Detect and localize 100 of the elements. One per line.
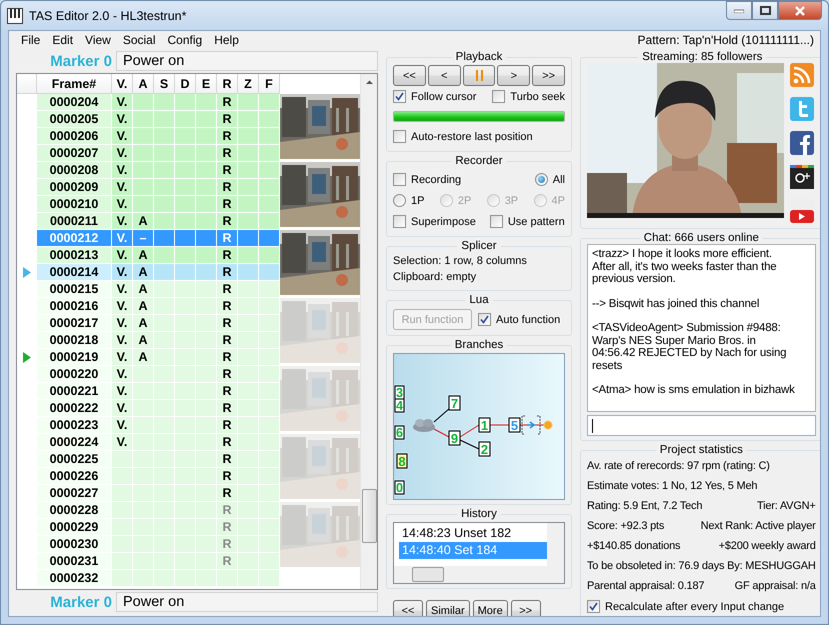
input-cell[interactable]: A <box>133 213 154 230</box>
input-cell[interactable] <box>238 536 259 553</box>
input-cell[interactable] <box>196 553 217 570</box>
frame-row[interactable]: 0000207 V. R <box>17 145 280 162</box>
input-cell[interactable] <box>154 179 175 196</box>
input-cell[interactable] <box>259 519 280 536</box>
input-cell[interactable]: R <box>217 264 238 281</box>
input-cell[interactable]: A <box>133 264 154 281</box>
social-icon[interactable] <box>790 131 814 155</box>
input-cell[interactable]: V. <box>112 349 133 366</box>
input-cell[interactable] <box>259 383 280 400</box>
input-cell[interactable] <box>196 247 217 264</box>
input-cell[interactable] <box>196 383 217 400</box>
input-cell[interactable] <box>259 128 280 145</box>
input-cell[interactable] <box>133 400 154 417</box>
input-cell[interactable]: V. <box>112 400 133 417</box>
input-cell[interactable] <box>112 468 133 485</box>
input-cell[interactable]: V. <box>112 298 133 315</box>
input-cell[interactable] <box>238 196 259 213</box>
input-cell[interactable]: R <box>217 417 238 434</box>
input-cell[interactable] <box>238 128 259 145</box>
input-cell[interactable] <box>259 298 280 315</box>
input-cell[interactable] <box>175 179 196 196</box>
input-cell[interactable] <box>133 162 154 179</box>
branch-nav-button[interactable]: << <box>393 600 423 616</box>
input-cell[interactable] <box>175 451 196 468</box>
input-cell[interactable] <box>196 332 217 349</box>
column-header[interactable]: E <box>196 74 217 94</box>
input-cell[interactable] <box>154 162 175 179</box>
frame-row[interactable]: 0000222 V. R <box>17 400 280 417</box>
input-cell[interactable] <box>196 485 217 502</box>
pause-button[interactable] <box>462 65 496 86</box>
input-cell[interactable] <box>154 553 175 570</box>
input-cell[interactable] <box>259 213 280 230</box>
input-cell[interactable] <box>112 502 133 519</box>
close-button[interactable] <box>778 1 822 20</box>
input-cell[interactable] <box>133 128 154 145</box>
history-list[interactable]: 14:48:23 Unset 182 14:48:40 Set 184 <box>393 522 565 584</box>
input-cell[interactable] <box>133 468 154 485</box>
input-cell[interactable] <box>154 434 175 451</box>
input-cell[interactable] <box>154 400 175 417</box>
input-cell[interactable] <box>175 383 196 400</box>
input-cell[interactable] <box>259 349 280 366</box>
input-cell[interactable] <box>175 162 196 179</box>
input-cell[interactable] <box>175 553 196 570</box>
input-cell[interactable] <box>196 298 217 315</box>
input-cell[interactable] <box>175 281 196 298</box>
input-cell[interactable] <box>259 179 280 196</box>
input-cell[interactable] <box>196 179 217 196</box>
history-item[interactable]: 14:48:23 Unset 182 <box>399 525 547 542</box>
input-cell[interactable] <box>154 332 175 349</box>
input-cell[interactable] <box>175 417 196 434</box>
frame-row[interactable]: 0000219 V. A R <box>17 349 280 366</box>
input-cell[interactable] <box>196 536 217 553</box>
input-cell[interactable] <box>238 111 259 128</box>
menu-item[interactable]: Config <box>162 33 208 47</box>
input-cell[interactable]: R <box>217 332 238 349</box>
rss-icon[interactable] <box>790 63 814 87</box>
input-cell[interactable] <box>238 502 259 519</box>
input-cell[interactable] <box>196 570 217 587</box>
input-cell[interactable] <box>175 230 196 247</box>
menu-item[interactable]: View <box>79 33 117 47</box>
input-cell[interactable] <box>238 417 259 434</box>
input-cell[interactable] <box>238 383 259 400</box>
checkbox[interactable] <box>393 173 406 186</box>
frame-row[interactable]: 0000211 V. A R <box>17 213 280 230</box>
input-cell[interactable] <box>154 536 175 553</box>
maximize-button[interactable] <box>752 1 778 20</box>
input-cell[interactable]: R <box>217 281 238 298</box>
input-cell[interactable]: V. <box>112 281 133 298</box>
input-cell[interactable] <box>154 298 175 315</box>
input-cell[interactable] <box>154 196 175 213</box>
input-cell[interactable] <box>133 417 154 434</box>
input-cell[interactable] <box>238 570 259 587</box>
playback-button[interactable]: >> <box>532 65 566 86</box>
input-cell[interactable] <box>238 485 259 502</box>
menu-item[interactable]: Edit <box>46 33 80 47</box>
input-cell[interactable] <box>133 111 154 128</box>
playback-button[interactable]: > <box>497 65 530 86</box>
input-cell[interactable] <box>175 145 196 162</box>
input-cell[interactable]: A <box>133 247 154 264</box>
frame-row[interactable]: 0000230 R <box>17 536 280 553</box>
input-cell[interactable] <box>259 332 280 349</box>
input-cell[interactable] <box>259 264 280 281</box>
input-cell[interactable]: R <box>217 485 238 502</box>
input-cell[interactable]: R <box>217 196 238 213</box>
marker-note-field[interactable]: Power on <box>116 51 378 71</box>
input-cell[interactable] <box>133 179 154 196</box>
input-cell[interactable] <box>259 315 280 332</box>
input-cell[interactable]: R <box>217 298 238 315</box>
checkbox[interactable] <box>393 215 406 228</box>
input-cell[interactable] <box>196 264 217 281</box>
checkbox[interactable] <box>393 90 406 103</box>
checkbox[interactable] <box>587 600 600 613</box>
input-cell[interactable] <box>154 502 175 519</box>
branch-nav-button[interactable]: Similar <box>426 600 470 616</box>
input-cell[interactable] <box>196 417 217 434</box>
input-cell[interactable] <box>112 553 133 570</box>
input-cell[interactable] <box>196 281 217 298</box>
share-icon[interactable] <box>790 165 814 189</box>
